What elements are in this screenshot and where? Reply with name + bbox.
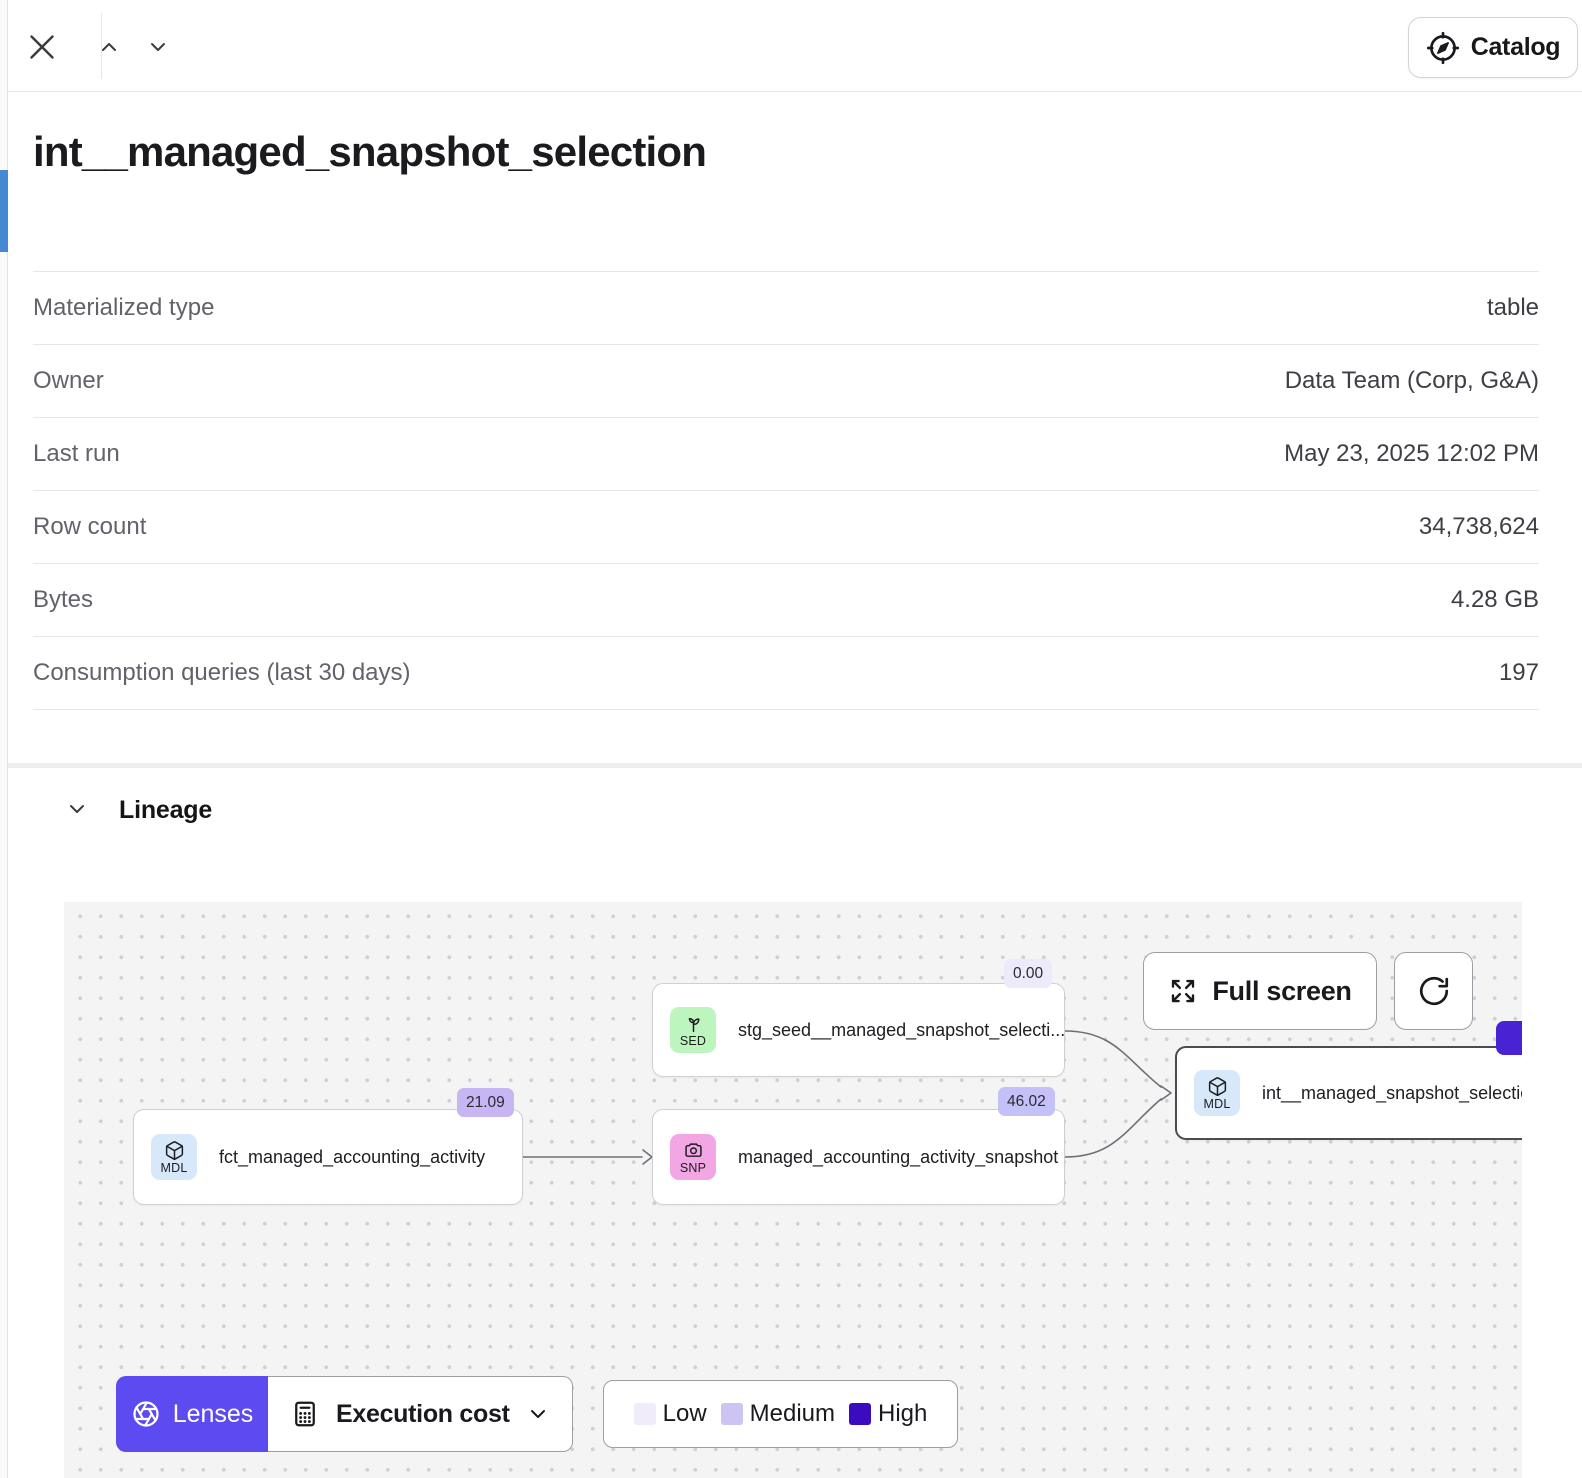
snapshot-tile: SNP [670,1134,716,1180]
legend-swatch [849,1403,871,1425]
full-screen-label: Full screen [1212,976,1351,1007]
drawer-topbar: Catalog [8,0,1582,92]
legend-label: Low [663,1400,707,1428]
cube-icon [164,1140,185,1161]
detail-label: Row count [33,513,146,541]
detail-label: Owner [33,367,104,395]
lens-selector-dropdown[interactable]: Execution cost [268,1376,573,1452]
calculator-icon [290,1399,320,1429]
node-label: stg_seed__managed_snapshot_selecti... [738,1020,1065,1041]
execution-cost-badge: 21.09 [457,1088,514,1117]
node-label: int__managed_snapshot_selection [1262,1083,1522,1104]
refresh-button[interactable] [1394,952,1473,1030]
legend-item-medium: Medium [721,1400,835,1428]
details-table: Materialized type table Owner Data Team … [33,271,1539,710]
detail-value: table [1487,294,1539,322]
legend-label: Medium [750,1400,835,1428]
detail-row-bytes: Bytes 4.28 GB [33,564,1539,637]
detail-row-owner: Owner Data Team (Corp, G&A) [33,345,1539,418]
legend-item-high: High [849,1400,927,1428]
aperture-icon [131,1399,161,1429]
model-tile: MDL [1194,1070,1240,1116]
cube-icon [1207,1076,1228,1097]
node-type-label: SED [680,1034,706,1048]
maximize-icon [1168,976,1198,1006]
compass-icon [1426,31,1460,65]
legend-swatch [721,1403,743,1425]
cost-legend: Low Medium High [603,1380,958,1448]
node-label: managed_accounting_activity_snapshot [738,1147,1058,1168]
close-button[interactable] [22,28,62,68]
detail-value: Data Team (Corp, G&A) [1285,367,1539,395]
lineage-node-int-managed-snapshot-selection[interactable]: MDL int__managed_snapshot_selection [1175,1046,1522,1140]
detail-row-consumption-queries: Consumption queries (last 30 days) 197 [33,637,1539,710]
screen: Catalog int__managed_snapshot_selection … [0,0,1582,1478]
camera-icon [683,1140,704,1161]
chevron-down-icon [526,1402,550,1426]
catalog-button[interactable]: Catalog [1408,17,1578,78]
rotate-cw-icon [1417,974,1451,1008]
section-separator [8,763,1582,768]
background-page-sliver [0,0,8,1478]
node-type-label: MDL [1204,1097,1231,1111]
detail-label: Consumption queries (last 30 days) [33,659,411,687]
detail-value: May 23, 2025 12:02 PM [1284,440,1539,468]
chevron-down-icon [146,35,170,62]
lineage-node-stg-seed-managed-snapshot-selection[interactable]: SED stg_seed__managed_snapshot_selecti..… [652,983,1065,1077]
lineage-node-managed-accounting-activity-snapshot[interactable]: SNP managed_accounting_activity_snapshot [652,1109,1065,1205]
node-type-label: SNP [680,1161,706,1175]
lineage-section-title: Lineage [119,796,212,825]
detail-value: 4.28 GB [1451,586,1539,614]
close-icon [24,29,60,68]
lineage-graph-canvas[interactable]: MDL fct_managed_accounting_activity 21.0… [64,902,1522,1478]
detail-label: Last run [33,440,120,468]
node-label: fct_managed_accounting_activity [219,1147,485,1168]
chevron-down-icon [65,797,89,824]
execution-cost-badge: 0.00 [1004,959,1052,988]
detail-value: 197 [1499,659,1539,687]
page-title: int__managed_snapshot_selection [33,128,706,176]
seed-tile: SED [670,1007,716,1053]
lineage-section-header: Lineage [65,796,212,825]
detail-value: 34,738,624 [1419,513,1539,541]
legend-item-low: Low [634,1400,707,1428]
previous-item-button[interactable] [89,34,129,62]
lineage-collapse-button[interactable] [65,797,89,824]
detail-row-materialized-type: Materialized type table [33,272,1539,345]
model-tile: MDL [151,1134,197,1180]
catalog-button-label: Catalog [1471,33,1561,62]
node-type-label: MDL [161,1161,188,1175]
full-screen-button[interactable]: Full screen [1143,952,1377,1030]
detail-row-row-count: Row count 34,738,624 [33,491,1539,564]
detail-row-last-run: Last run May 23, 2025 12:02 PM [33,418,1539,491]
lenses-control: Lenses Execution cost [116,1376,573,1452]
chevron-up-icon [97,35,121,62]
selected-lens-label: Execution cost [336,1400,510,1429]
lenses-button-label: Lenses [173,1400,254,1429]
selected-row-indicator [0,170,8,252]
detail-label: Materialized type [33,294,214,322]
lenses-button[interactable]: Lenses [116,1376,268,1452]
next-item-button[interactable] [138,34,178,62]
detail-drawer: Catalog int__managed_snapshot_selection … [8,0,1582,1478]
detail-label: Bytes [33,586,93,614]
sprout-icon [683,1013,704,1034]
lineage-node-fct-managed-accounting-activity[interactable]: MDL fct_managed_accounting_activity [133,1109,523,1205]
execution-cost-badge: 46.02 [998,1087,1055,1116]
legend-swatch [634,1403,656,1425]
legend-label: High [878,1400,927,1428]
execution-cost-badge: 67 [1496,1021,1522,1055]
